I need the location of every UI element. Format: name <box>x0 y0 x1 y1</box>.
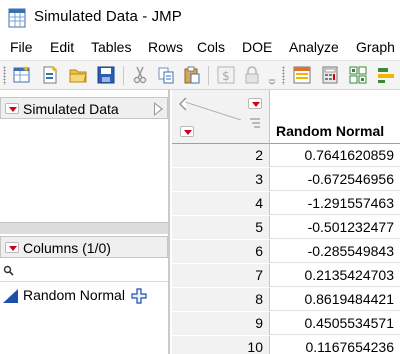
table-row[interactable]: 5 -0.501232477 <box>172 216 400 239</box>
grid-layout-icon[interactable] <box>348 65 368 85</box>
table-row[interactable]: 8 0.8619484421 <box>172 288 400 311</box>
data-cell[interactable]: 0.2135424703 <box>270 264 400 287</box>
row-number[interactable]: 7 <box>172 264 270 287</box>
column-list-item[interactable]: Random Normal <box>0 286 168 306</box>
toolbar-overflow-chevron-icon[interactable] <box>266 65 278 85</box>
table-name: Simulated Data <box>23 101 119 117</box>
menu-edit[interactable]: Edit <box>50 39 74 55</box>
table-panel-header[interactable]: Simulated Data <box>0 97 168 119</box>
data-cell[interactable]: -0.501232477 <box>270 216 400 239</box>
menu-graph[interactable]: Graph <box>356 39 395 55</box>
table-hot-spot-icon[interactable] <box>5 103 19 114</box>
toolbar-grip[interactable] <box>3 66 6 85</box>
columns-header-label: Columns (1/0) <box>23 240 111 256</box>
columns-panel-header[interactable]: Columns (1/0) <box>0 236 168 258</box>
row-number[interactable]: 5 <box>172 216 270 239</box>
row-number[interactable]: 2 <box>172 144 270 167</box>
toolbar-grip[interactable] <box>282 66 285 85</box>
menu-bar: File Edit Tables Rows Cols DOE Analyze G… <box>0 36 400 60</box>
left-panel: Simulated Data Columns (1/0) Random Norm… <box>0 90 170 354</box>
column-name: Random Normal <box>23 287 125 303</box>
table-row[interactable]: 7 0.2135424703 <box>172 264 400 287</box>
new-script-icon[interactable] <box>40 65 60 85</box>
data-cell[interactable]: -0.672546956 <box>270 168 400 191</box>
paste-icon[interactable] <box>182 65 202 85</box>
column-header-label: Random Normal <box>276 123 385 139</box>
columns-hot-spot-icon[interactable] <box>5 242 19 253</box>
rows-hot-spot-icon[interactable] <box>180 126 194 137</box>
data-cell[interactable]: -1.291557463 <box>270 192 400 215</box>
save-icon[interactable] <box>96 65 116 85</box>
data-cell[interactable]: 0.1167654236 <box>270 336 400 354</box>
formula-plus-icon[interactable] <box>131 288 147 304</box>
corner-diagonal-line <box>185 102 241 120</box>
row-number[interactable]: 6 <box>172 240 270 263</box>
svg-text:$: $ <box>222 69 230 83</box>
row-number[interactable]: 4 <box>172 192 270 215</box>
data-table-view-icon[interactable] <box>292 65 312 85</box>
menu-cols[interactable]: Cols <box>197 39 225 55</box>
column-header-random-normal[interactable]: Random Normal <box>270 90 400 144</box>
copy-icon[interactable] <box>156 65 176 85</box>
jmp-app-icon <box>8 8 26 28</box>
open-folder-icon[interactable] <box>68 65 88 85</box>
table-row[interactable]: 2 0.7641620859 <box>172 144 400 167</box>
collapse-panel-icon[interactable] <box>154 102 163 116</box>
column-search-field[interactable] <box>0 260 168 282</box>
sort-lines-icon[interactable] <box>249 117 261 129</box>
row-number[interactable]: 3 <box>172 168 270 191</box>
toolbar-separator <box>208 66 209 85</box>
data-cell[interactable]: 0.8619484421 <box>270 288 400 311</box>
table-row[interactable]: 6 -0.285549843 <box>172 240 400 263</box>
column-hot-spot-icon[interactable] <box>248 98 262 109</box>
data-grid: Random Normal 2 0.7641620859 3 -0.672546… <box>172 90 400 354</box>
table-row[interactable]: 9 0.4505534571 <box>172 312 400 335</box>
panel-divider[interactable] <box>0 222 168 234</box>
menu-analyze[interactable]: Analyze <box>289 39 339 55</box>
title-bar: Simulated Data - JMP <box>0 0 400 36</box>
menu-rows[interactable]: Rows <box>148 39 183 55</box>
lock-icon[interactable] <box>242 65 262 85</box>
table-row[interactable]: 3 -0.672546956 <box>172 168 400 191</box>
graph-builder-icon[interactable] <box>376 65 400 85</box>
toolbar-separator <box>123 66 124 85</box>
table-row[interactable]: 10 0.1167654236 <box>172 336 400 354</box>
menu-file[interactable]: File <box>10 39 33 55</box>
search-icon <box>3 265 14 276</box>
window-title: Simulated Data - JMP <box>34 8 182 25</box>
new-data-table-icon[interactable] <box>12 65 32 85</box>
grid-corner-header <box>172 90 270 144</box>
table-row[interactable]: 4 -1.291557463 <box>172 192 400 215</box>
continuous-icon <box>3 289 18 303</box>
row-number[interactable]: 9 <box>172 312 270 335</box>
data-cell[interactable]: 0.7641620859 <box>270 144 400 167</box>
menu-doe[interactable]: DOE <box>242 39 272 55</box>
currency-format-icon[interactable]: $ <box>216 65 236 85</box>
calculator-icon[interactable] <box>320 65 340 85</box>
row-number[interactable]: 8 <box>172 288 270 311</box>
cut-icon[interactable] <box>130 65 150 85</box>
data-cell[interactable]: -0.285549843 <box>270 240 400 263</box>
toolbar: $ <box>0 60 400 90</box>
data-cell[interactable]: 0.4505534571 <box>270 312 400 335</box>
menu-tables[interactable]: Tables <box>91 39 131 55</box>
row-number[interactable]: 10 <box>172 336 270 354</box>
